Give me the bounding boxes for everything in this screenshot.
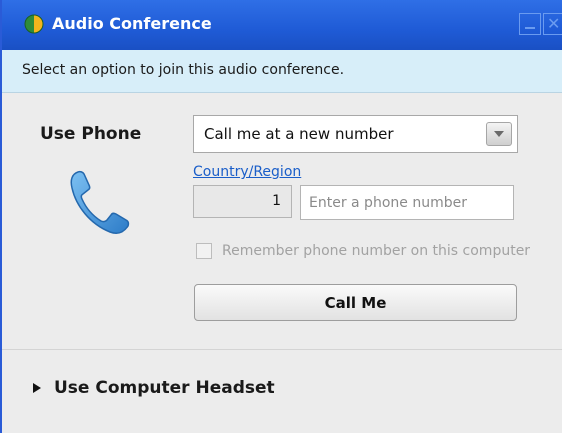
phone-handset-icon [68,166,132,236]
remember-phone-label: Remember phone number on this computer [222,243,531,259]
close-button[interactable]: ✕ [543,13,562,35]
call-me-button[interactable]: Call Me [194,284,517,321]
section-divider [2,349,562,350]
chevron-down-icon [494,131,504,137]
use-phone-heading: Use Phone [40,124,142,144]
instruction-text: Select an option to join this audio conf… [22,62,345,78]
country-code-value: 1 [272,193,281,209]
dropdown-arrow-button[interactable] [486,122,512,146]
phone-option-dropdown[interactable]: Call me at a new number [193,115,518,153]
phone-number-input[interactable] [300,185,514,220]
audio-conference-window: Audio Conference ✕ Select an option to j… [0,0,562,433]
minimize-button[interactable] [519,13,541,35]
title-bar[interactable]: Audio Conference ✕ [2,0,562,50]
close-icon: ✕ [547,14,561,33]
use-computer-headset-toggle[interactable]: Use Computer Headset [2,370,562,408]
globe-icon [24,14,44,34]
window-title: Audio Conference [52,14,212,33]
instruction-banner: Select an option to join this audio conf… [2,50,562,93]
country-code-field[interactable]: 1 [193,185,292,218]
dropdown-selected-value: Call me at a new number [204,125,394,143]
remember-phone-checkbox[interactable] [196,243,212,259]
country-region-link[interactable]: Country/Region [193,164,301,180]
minimize-icon [525,27,535,29]
call-me-button-label: Call Me [324,294,387,312]
use-computer-headset-label: Use Computer Headset [54,378,275,398]
triangle-right-icon [33,383,41,393]
